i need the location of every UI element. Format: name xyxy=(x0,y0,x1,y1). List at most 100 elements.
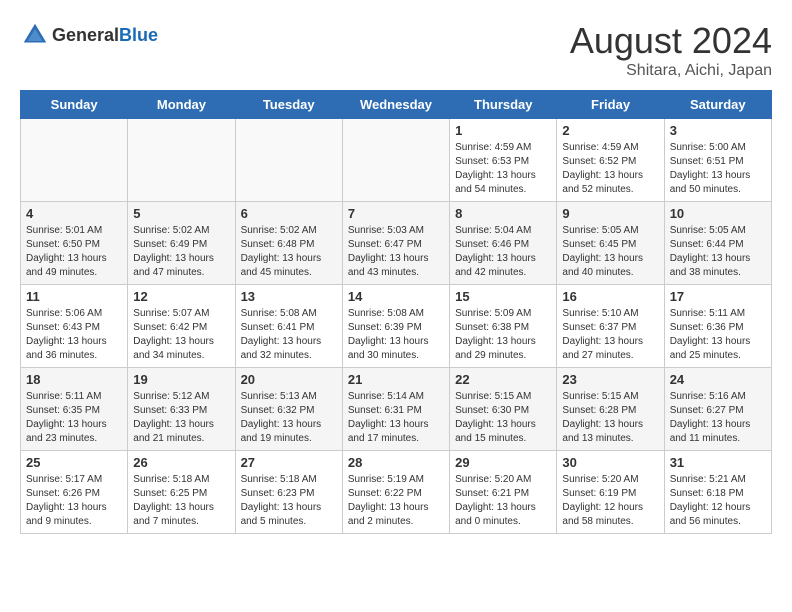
calendar-day-cell: 23 Sunrise: 5:15 AM Sunset: 6:28 PM Dayli… xyxy=(557,368,664,451)
day-number: 4 xyxy=(26,206,122,221)
day-number: 30 xyxy=(562,455,658,470)
calendar-day-cell xyxy=(235,119,342,202)
calendar-day-cell xyxy=(342,119,449,202)
calendar-day-cell: 11 Sunrise: 5:06 AM Sunset: 6:43 PM Dayli… xyxy=(21,285,128,368)
calendar-day-cell: 2Sunrise: 4:59 AM Sunset: 6:52 PM Daylig… xyxy=(557,119,664,202)
day-of-week-header: Tuesday xyxy=(235,91,342,119)
logo-blue: Blue xyxy=(119,25,158,45)
day-number: 2 xyxy=(562,123,658,138)
calendar-day-cell: 6 Sunrise: 5:02 AM Sunset: 6:48 PM Daylig… xyxy=(235,202,342,285)
day-number: 8 xyxy=(455,206,551,221)
calendar-day-cell: 30 Sunrise: 5:20 AM Sunset: 6:19 PM Dayli… xyxy=(557,451,664,534)
calendar-day-cell: 31Sunrise: 5:21 AM Sunset: 6:18 PM Dayli… xyxy=(664,451,771,534)
calendar-day-cell: 5Sunrise: 5:02 AM Sunset: 6:49 PM Daylig… xyxy=(128,202,235,285)
day-info: Sunrise: 5:18 AM Sunset: 6:25 PM Dayligh… xyxy=(133,473,229,529)
calendar: SundayMondayTuesdayWednesdayThursdayFrid… xyxy=(20,90,772,534)
calendar-day-cell: 16 Sunrise: 5:10 AM Sunset: 6:37 PM Dayli… xyxy=(557,285,664,368)
day-info: Sunrise: 5:16 AM Sunset: 6:27 PM Dayligh… xyxy=(670,390,766,446)
calendar-week-row: 1 Sunrise: 4:59 AM Sunset: 6:53 PM Daylig… xyxy=(21,119,772,202)
day-info: Sunrise: 5:11 AM Sunset: 6:36 PM Dayligh… xyxy=(670,307,766,363)
logo-icon xyxy=(20,20,50,50)
calendar-day-cell: 12 Sunrise: 5:07 AM Sunset: 6:42 PM Dayli… xyxy=(128,285,235,368)
calendar-day-cell xyxy=(128,119,235,202)
calendar-day-cell: 18 Sunrise: 5:11 AM Sunset: 6:35 PM Dayli… xyxy=(21,368,128,451)
calendar-day-cell: 27Sunrise: 5:18 AM Sunset: 6:23 PM Dayli… xyxy=(235,451,342,534)
day-info: Sunrise: 5:07 AM Sunset: 6:42 PM Dayligh… xyxy=(133,307,229,363)
header: GeneralBlue August 2024 Shitara, Aichi, … xyxy=(20,20,772,80)
logo-general: General xyxy=(52,25,119,45)
day-number: 20 xyxy=(241,372,337,387)
day-number: 22 xyxy=(455,372,551,387)
day-info: Sunrise: 5:21 AM Sunset: 6:18 PM Dayligh… xyxy=(670,473,766,529)
day-info: Sunrise: 5:10 AM Sunset: 6:37 PM Dayligh… xyxy=(562,307,658,363)
day-info: Sunrise: 5:17 AM Sunset: 6:26 PM Dayligh… xyxy=(26,473,122,529)
day-number: 6 xyxy=(241,206,337,221)
day-info: Sunrise: 5:14 AM Sunset: 6:31 PM Dayligh… xyxy=(348,390,444,446)
calendar-header-row: SundayMondayTuesdayWednesdayThursdayFrid… xyxy=(21,91,772,119)
calendar-day-cell: 14 Sunrise: 5:08 AM Sunset: 6:39 PM Dayli… xyxy=(342,285,449,368)
calendar-day-cell: 19Sunrise: 5:12 AM Sunset: 6:33 PM Dayli… xyxy=(128,368,235,451)
day-of-week-header: Thursday xyxy=(450,91,557,119)
day-of-week-header: Friday xyxy=(557,91,664,119)
day-number: 11 xyxy=(26,289,122,304)
calendar-day-cell: 1 Sunrise: 4:59 AM Sunset: 6:53 PM Daylig… xyxy=(450,119,557,202)
calendar-day-cell: 10 Sunrise: 5:05 AM Sunset: 6:44 PM Dayli… xyxy=(664,202,771,285)
calendar-day-cell: 17Sunrise: 5:11 AM Sunset: 6:36 PM Dayli… xyxy=(664,285,771,368)
calendar-day-cell: 25 Sunrise: 5:17 AM Sunset: 6:26 PM Dayli… xyxy=(21,451,128,534)
day-number: 15 xyxy=(455,289,551,304)
calendar-day-cell: 21Sunrise: 5:14 AM Sunset: 6:31 PM Dayli… xyxy=(342,368,449,451)
calendar-day-cell: 13Sunrise: 5:08 AM Sunset: 6:41 PM Dayli… xyxy=(235,285,342,368)
day-number: 26 xyxy=(133,455,229,470)
logo: GeneralBlue xyxy=(20,20,158,50)
day-number: 19 xyxy=(133,372,229,387)
day-info: Sunrise: 5:19 AM Sunset: 6:22 PM Dayligh… xyxy=(348,473,444,529)
day-number: 27 xyxy=(241,455,337,470)
day-info: Sunrise: 5:05 AM Sunset: 6:44 PM Dayligh… xyxy=(670,224,766,280)
title-area: August 2024 Shitara, Aichi, Japan xyxy=(570,20,772,80)
day-info: Sunrise: 5:09 AM Sunset: 6:38 PM Dayligh… xyxy=(455,307,551,363)
day-of-week-header: Monday xyxy=(128,91,235,119)
day-number: 7 xyxy=(348,206,444,221)
day-of-week-header: Wednesday xyxy=(342,91,449,119)
day-info: Sunrise: 5:20 AM Sunset: 6:21 PM Dayligh… xyxy=(455,473,551,529)
day-info: Sunrise: 5:00 AM Sunset: 6:51 PM Dayligh… xyxy=(670,141,766,197)
day-info: Sunrise: 5:15 AM Sunset: 6:28 PM Dayligh… xyxy=(562,390,658,446)
calendar-day-cell xyxy=(21,119,128,202)
day-number: 23 xyxy=(562,372,658,387)
calendar-day-cell: 15 Sunrise: 5:09 AM Sunset: 6:38 PM Dayli… xyxy=(450,285,557,368)
day-number: 16 xyxy=(562,289,658,304)
calendar-day-cell: 24 Sunrise: 5:16 AM Sunset: 6:27 PM Dayli… xyxy=(664,368,771,451)
day-number: 24 xyxy=(670,372,766,387)
day-info: Sunrise: 5:05 AM Sunset: 6:45 PM Dayligh… xyxy=(562,224,658,280)
day-info: Sunrise: 4:59 AM Sunset: 6:53 PM Dayligh… xyxy=(455,141,551,197)
calendar-day-cell: 8Sunrise: 5:04 AM Sunset: 6:46 PM Daylig… xyxy=(450,202,557,285)
calendar-day-cell: 22Sunrise: 5:15 AM Sunset: 6:30 PM Dayli… xyxy=(450,368,557,451)
month-title: August 2024 xyxy=(570,20,772,62)
calendar-day-cell: 29 Sunrise: 5:20 AM Sunset: 6:21 PM Dayli… xyxy=(450,451,557,534)
day-number: 18 xyxy=(26,372,122,387)
day-info: Sunrise: 5:03 AM Sunset: 6:47 PM Dayligh… xyxy=(348,224,444,280)
day-number: 13 xyxy=(241,289,337,304)
logo-text: GeneralBlue xyxy=(52,25,158,46)
day-number: 14 xyxy=(348,289,444,304)
day-number: 12 xyxy=(133,289,229,304)
calendar-day-cell: 20Sunrise: 5:13 AM Sunset: 6:32 PM Dayli… xyxy=(235,368,342,451)
calendar-day-cell: 26 Sunrise: 5:18 AM Sunset: 6:25 PM Dayli… xyxy=(128,451,235,534)
day-info: Sunrise: 5:20 AM Sunset: 6:19 PM Dayligh… xyxy=(562,473,658,529)
calendar-week-row: 18 Sunrise: 5:11 AM Sunset: 6:35 PM Dayli… xyxy=(21,368,772,451)
day-of-week-header: Saturday xyxy=(664,91,771,119)
day-number: 29 xyxy=(455,455,551,470)
day-info: Sunrise: 5:02 AM Sunset: 6:48 PM Dayligh… xyxy=(241,224,337,280)
calendar-day-cell: 9 Sunrise: 5:05 AM Sunset: 6:45 PM Daylig… xyxy=(557,202,664,285)
day-number: 10 xyxy=(670,206,766,221)
day-number: 25 xyxy=(26,455,122,470)
day-number: 28 xyxy=(348,455,444,470)
calendar-day-cell: 3 Sunrise: 5:00 AM Sunset: 6:51 PM Daylig… xyxy=(664,119,771,202)
day-info: Sunrise: 5:08 AM Sunset: 6:39 PM Dayligh… xyxy=(348,307,444,363)
day-number: 1 xyxy=(455,123,551,138)
calendar-day-cell: 7 Sunrise: 5:03 AM Sunset: 6:47 PM Daylig… xyxy=(342,202,449,285)
day-info: Sunrise: 5:06 AM Sunset: 6:43 PM Dayligh… xyxy=(26,307,122,363)
day-number: 3 xyxy=(670,123,766,138)
day-number: 9 xyxy=(562,206,658,221)
day-info: Sunrise: 5:11 AM Sunset: 6:35 PM Dayligh… xyxy=(26,390,122,446)
